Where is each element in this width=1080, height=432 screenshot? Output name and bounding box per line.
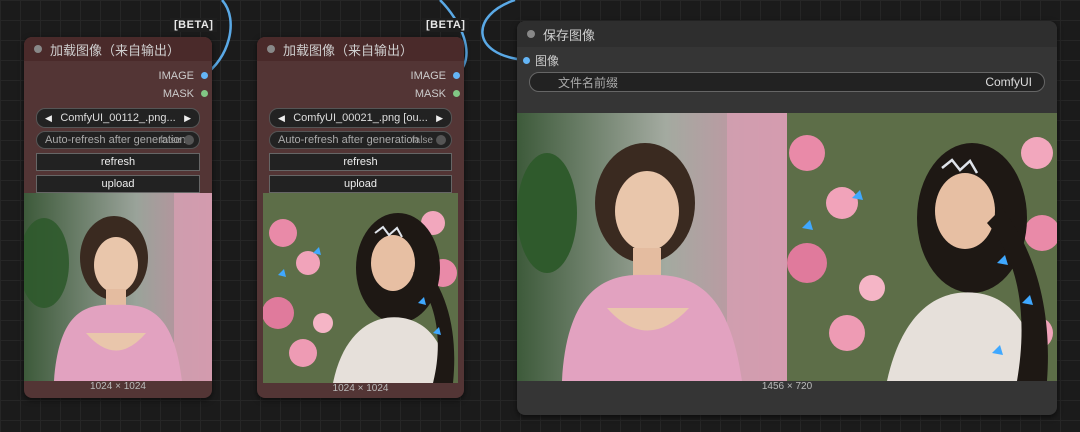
refresh-button[interactable]: refresh bbox=[269, 153, 452, 171]
upload-button[interactable]: upload bbox=[269, 175, 452, 193]
collapse-dot-icon[interactable] bbox=[267, 45, 275, 53]
image-preview bbox=[517, 113, 1057, 381]
beta-badge-2: [BETA] bbox=[422, 18, 470, 32]
combined-portrait-image bbox=[517, 113, 1057, 381]
image-size-label: 1024 × 1024 bbox=[332, 383, 389, 394]
output-image[interactable]: IMAGE bbox=[257, 67, 464, 85]
output-image[interactable]: IMAGE bbox=[24, 67, 212, 85]
portrait-image bbox=[263, 193, 458, 383]
toggle-knob-icon bbox=[184, 135, 194, 145]
load-image-node-1[interactable]: 加载图像（来自输出） IMAGE MASK ◀ ComfyUI_00112_.p… bbox=[24, 37, 212, 398]
node-title-bar[interactable]: 保存图像 bbox=[517, 21, 1057, 47]
node-title: 加载图像（来自输出） bbox=[50, 42, 181, 58]
auto-refresh-toggle[interactable]: Auto-refresh after generation false bbox=[36, 131, 200, 149]
arrow-right-icon[interactable]: ▶ bbox=[436, 113, 443, 124]
arrow-left-icon[interactable]: ◀ bbox=[45, 113, 52, 124]
load-image-node-2[interactable]: 加载图像（来自输出） IMAGE MASK ◀ ComfyUI_00021_.p… bbox=[257, 37, 464, 398]
image-preview bbox=[24, 193, 212, 381]
auto-refresh-toggle[interactable]: Auto-refresh after generation false bbox=[269, 131, 452, 149]
node-title-bar[interactable]: 加载图像（来自输出） bbox=[257, 37, 464, 61]
filename-prefix-field[interactable]: 文件名前缀 ComfyUI bbox=[529, 72, 1045, 92]
save-image-node[interactable]: 保存图像 图像 文件名前缀 ComfyUI 1456 × 720 bbox=[517, 21, 1057, 415]
portrait-image bbox=[24, 193, 212, 381]
toggle-knob-icon bbox=[436, 135, 446, 145]
output-mask[interactable]: MASK bbox=[24, 85, 212, 103]
image-output-slot[interactable] bbox=[453, 72, 460, 79]
input-image[interactable]: 图像 bbox=[517, 52, 1057, 70]
upload-button[interactable]: upload bbox=[36, 175, 200, 193]
mask-output-slot[interactable] bbox=[201, 90, 208, 97]
image-size-label: 1024 × 1024 bbox=[90, 381, 146, 392]
image-preview bbox=[263, 193, 458, 383]
image-combo[interactable]: ◀ ComfyUI_00112_.png... ▶ bbox=[36, 108, 200, 128]
image-combo[interactable]: ◀ ComfyUI_00021_.png [ou... ▶ bbox=[269, 108, 452, 128]
node-title: 保存图像 bbox=[543, 27, 596, 43]
node-title-bar[interactable]: 加载图像（来自输出） bbox=[24, 37, 212, 61]
image-output-slot[interactable] bbox=[201, 72, 208, 79]
refresh-button[interactable]: refresh bbox=[36, 153, 200, 171]
collapse-dot-icon[interactable] bbox=[527, 30, 535, 38]
arrow-right-icon[interactable]: ▶ bbox=[184, 113, 191, 124]
beta-badge-1: [BETA] bbox=[170, 18, 218, 32]
collapse-dot-icon[interactable] bbox=[34, 45, 42, 53]
mask-output-slot[interactable] bbox=[453, 90, 460, 97]
node-title: 加载图像（来自输出） bbox=[283, 42, 414, 58]
arrow-left-icon[interactable]: ◀ bbox=[278, 113, 285, 124]
output-mask[interactable]: MASK bbox=[257, 85, 464, 103]
image-size-label: 1456 × 720 bbox=[761, 381, 813, 392]
image-input-slot[interactable] bbox=[523, 57, 530, 64]
